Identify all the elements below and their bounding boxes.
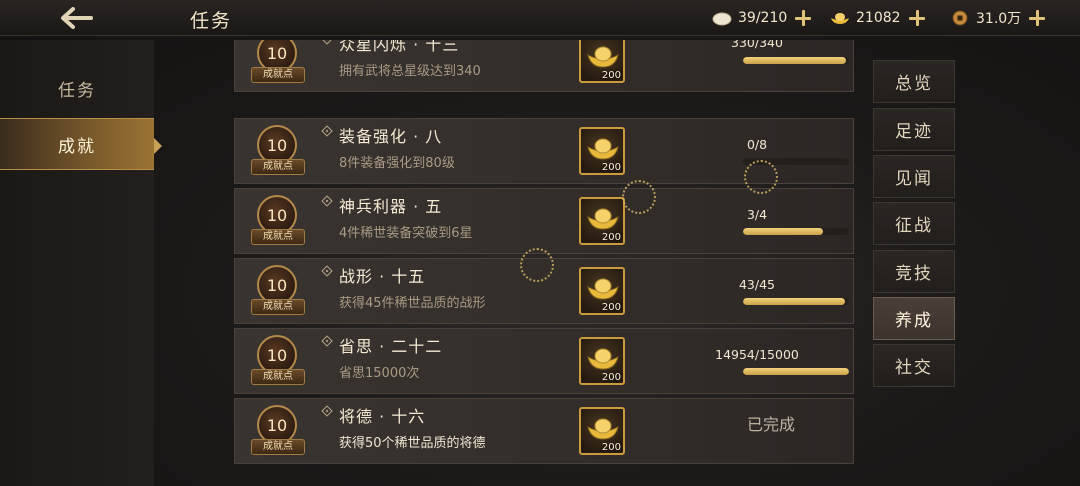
- gold-ingot-icon: [587, 208, 619, 230]
- achievement-desc: 获得45件稀世品质的战形: [339, 296, 486, 311]
- points-label: 成就点: [251, 67, 305, 83]
- reward-item[interactable]: 200: [579, 337, 625, 385]
- progress-fill: [743, 228, 823, 235]
- gold-ingot-icon: [587, 138, 619, 160]
- diamond-bullet-icon: [321, 335, 333, 347]
- achievement-title: 众星闪烁 · 十三: [339, 40, 460, 54]
- achievement-desc: 4件稀世装备突破到6星: [339, 226, 473, 241]
- achievement-points-badge: 10 成就点: [251, 403, 305, 461]
- stamina-currency: 39/210: [712, 6, 813, 30]
- achievement-row: 10 成就点 省思 · 二十二 省思15000次 200 14954/15000: [234, 328, 854, 394]
- diamond-bullet-icon: [321, 265, 333, 277]
- coin-value: 31.0万: [976, 11, 1022, 27]
- rice-bun-icon: [712, 12, 732, 26]
- achievement-desc: 8件装备强化到80级: [339, 156, 455, 171]
- sparkle-effect: [744, 160, 778, 194]
- tab-social[interactable]: 社交: [873, 344, 955, 387]
- points-label: 成就点: [251, 159, 305, 175]
- add-coin-button[interactable]: [1027, 8, 1047, 28]
- progress-text: 330/340: [731, 40, 783, 50]
- progress-text: 43/45: [738, 277, 776, 292]
- progress-bar: [743, 57, 849, 64]
- reward-quantity: 200: [601, 162, 621, 173]
- reward-quantity: 200: [601, 302, 621, 313]
- progress-fill: [743, 368, 849, 375]
- reward-quantity: 200: [601, 372, 621, 383]
- achievement-row: 10 成就点 神兵利器 · 五 4件稀世装备突破到6星 200 3/4: [234, 188, 854, 254]
- achievement-title: 省思 · 二十二: [339, 337, 443, 356]
- gold-ingot-icon: [831, 13, 849, 24]
- progress-bar: [743, 368, 849, 375]
- diamond-bullet-icon: [321, 405, 333, 417]
- coin-currency: 31.0万: [950, 6, 1047, 30]
- stamina-value: 39/210: [738, 10, 788, 26]
- points-label: 成就点: [251, 299, 305, 315]
- reward-item[interactable]: 200: [579, 127, 625, 175]
- achievement-title: 神兵利器 · 五: [339, 197, 443, 216]
- add-stamina-button[interactable]: [793, 8, 813, 28]
- progress-fill: [743, 298, 845, 305]
- sparkle-effect: [622, 180, 656, 214]
- progress-fill: [743, 57, 846, 64]
- achievement-points-badge: 10 成就点: [251, 40, 305, 89]
- back-button[interactable]: [56, 4, 96, 32]
- active-nav-indicator: [154, 138, 162, 154]
- achievement-points-badge: 10 成就点: [251, 263, 305, 321]
- left-nav: 任务 成就: [0, 40, 154, 486]
- gold-ingot-icon: [587, 46, 619, 68]
- points-label: 成就点: [251, 439, 305, 455]
- tab-knowledge[interactable]: 见闻: [873, 155, 955, 198]
- achievement-points-badge: 10 成就点: [251, 333, 305, 391]
- reward-item[interactable]: 200: [579, 40, 625, 83]
- sparkle-effect: [520, 248, 554, 282]
- reward-item[interactable]: 200: [579, 197, 625, 245]
- achievement-list[interactable]: 10 成就点 众星闪烁 · 十三 拥有武将总星级达到340 200 330/34…: [234, 40, 854, 486]
- page-title: 任务: [190, 10, 233, 32]
- reward-quantity: 200: [601, 232, 621, 243]
- achievement-points-badge: 10 成就点: [251, 193, 305, 251]
- achievement-title: 将德 · 十六: [339, 407, 426, 426]
- gold-ingot-icon: [587, 278, 619, 300]
- achievement-desc: 省思15000次: [339, 366, 420, 381]
- progress-text: 3/4: [746, 207, 768, 222]
- nav-item-tasks[interactable]: 任务: [0, 62, 154, 114]
- progress-text: 14954/15000: [715, 347, 799, 362]
- progress-bar: [743, 228, 849, 235]
- reward-item[interactable]: 200: [579, 267, 625, 315]
- tab-campaign[interactable]: 征战: [873, 202, 955, 245]
- gold-value: 21082: [856, 10, 901, 26]
- achievement-title: 战形 · 十五: [339, 267, 426, 286]
- achievement-title: 装备强化 · 八: [339, 127, 443, 146]
- gold-currency: 21082: [830, 6, 927, 30]
- tab-arena[interactable]: 竞技: [873, 250, 955, 293]
- diamond-bullet-icon: [321, 195, 333, 207]
- achievement-points-badge: 10 成就点: [251, 123, 305, 181]
- reward-quantity: 200: [601, 442, 621, 453]
- achievement-desc: 拥有武将总星级达到340: [339, 64, 481, 79]
- achievement-row: 10 成就点 众星闪烁 · 十三 拥有武将总星级达到340 200 330/34…: [234, 40, 854, 92]
- add-gold-button[interactable]: [907, 8, 927, 28]
- top-bar: 任务 39/210 21082 31.0万: [0, 0, 1080, 36]
- diamond-bullet-icon: [321, 40, 333, 45]
- reward-quantity: 200: [601, 70, 621, 81]
- reward-item[interactable]: 200: [579, 407, 625, 455]
- progress-text: 0/8: [746, 137, 768, 152]
- tab-footprints[interactable]: 足迹: [873, 108, 955, 151]
- back-arrow-icon: [61, 7, 93, 29]
- gold-ingot-icon: [587, 418, 619, 440]
- completed-status: 已完成: [746, 415, 795, 434]
- copper-coin-icon: [952, 10, 968, 26]
- achievement-desc: 获得50个稀世品质的将德: [339, 436, 486, 451]
- achievement-row: 10 成就点 将德 · 十六 获得50个稀世品质的将德 200 已完成: [234, 398, 854, 464]
- diamond-bullet-icon: [321, 125, 333, 137]
- nav-item-achievements[interactable]: 成就: [0, 118, 154, 170]
- gold-ingot-icon: [587, 348, 619, 370]
- tab-overview[interactable]: 总览: [873, 60, 955, 103]
- points-label: 成就点: [251, 369, 305, 385]
- points-label: 成就点: [251, 229, 305, 245]
- tab-development[interactable]: 养成: [873, 297, 955, 340]
- progress-bar: [743, 298, 849, 305]
